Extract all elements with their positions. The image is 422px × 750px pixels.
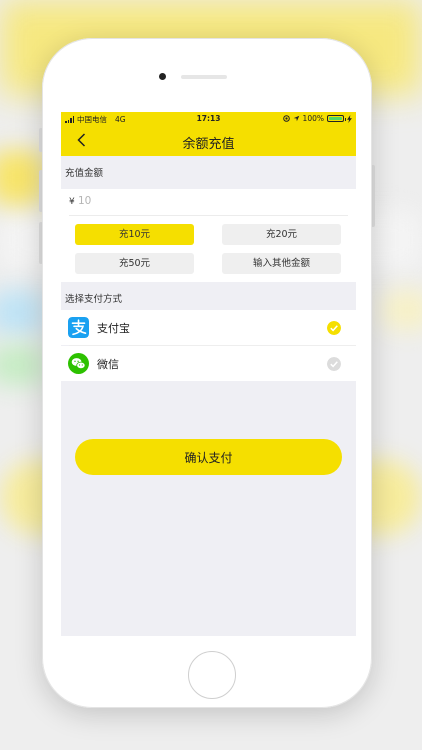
checked-circle-icon bbox=[327, 321, 341, 335]
payment-option-wechat[interactable]: 微信 bbox=[61, 346, 356, 381]
alipay-label: 支付宝 bbox=[97, 322, 130, 335]
recharge-amount-label: 充值金额 bbox=[65, 168, 104, 179]
charging-icon bbox=[347, 114, 352, 123]
front-camera bbox=[159, 73, 166, 80]
battery-percent: 100% bbox=[302, 114, 324, 123]
option-custom-button[interactable]: 输入其他金额 bbox=[222, 253, 341, 274]
payment-option-alipay[interactable]: 支付宝 bbox=[61, 310, 356, 345]
earpiece-speaker bbox=[181, 75, 227, 79]
app-screen: 中国电信 4G 17:13 100% 余额充值 充值金额 ¥ 10 充10元 充… bbox=[61, 112, 356, 636]
confirm-payment-button[interactable]: 确认支付 bbox=[75, 439, 342, 475]
status-bar: 中国电信 4G 17:13 100% bbox=[61, 112, 356, 125]
option-20-button[interactable]: 充20元 bbox=[222, 224, 341, 245]
amount-input-row[interactable]: ¥ 10 bbox=[61, 189, 356, 216]
option-50-button[interactable]: 充50元 bbox=[75, 253, 194, 274]
page-title: 余额充值 bbox=[182, 137, 235, 152]
battery-icon bbox=[327, 115, 346, 122]
nav-bar: 余额充值 bbox=[61, 125, 356, 156]
wechat-label: 微信 bbox=[97, 358, 119, 371]
location-arrow-icon bbox=[293, 115, 299, 122]
currency-symbol: ¥ bbox=[69, 197, 75, 207]
option-10-button[interactable]: 充10元 bbox=[75, 224, 194, 245]
amount-options: 充10元 充20元 充50元 输入其他金额 bbox=[61, 216, 356, 282]
wechat-icon bbox=[68, 353, 89, 374]
home-button[interactable] bbox=[188, 651, 236, 699]
payment-method-label: 选择支付方式 bbox=[65, 294, 123, 305]
unchecked-circle-icon bbox=[327, 357, 341, 371]
amount-input[interactable]: 10 bbox=[78, 195, 91, 207]
alarm-icon bbox=[282, 115, 290, 122]
alipay-icon bbox=[68, 317, 89, 338]
